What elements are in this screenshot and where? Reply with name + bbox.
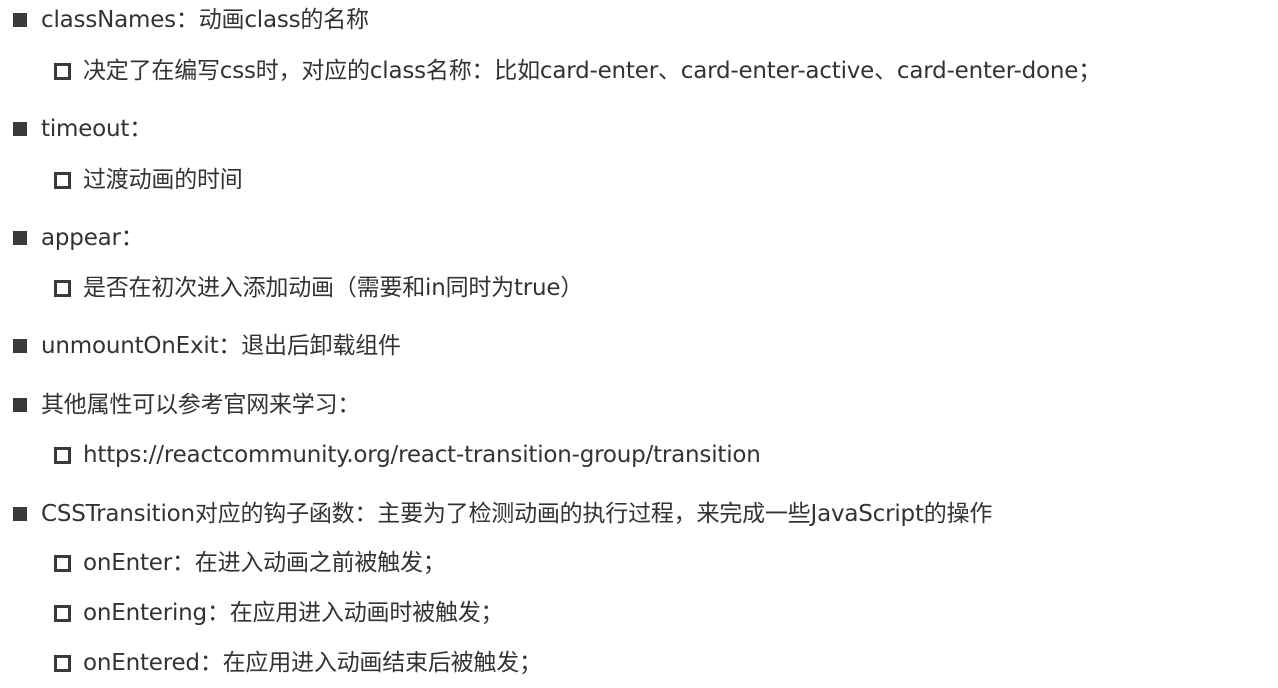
solid-square-bullet-icon (13, 339, 27, 353)
sub-bullet-item: onEnter：在进入动画之前被触发； (54, 545, 446, 581)
bullet-text: CSSTransition对应的钩子函数：主要为了检测动画的执行过程，来完成一些… (41, 501, 993, 527)
hollow-square-bullet-icon (54, 279, 71, 297)
bullet-item: timeout： (13, 111, 152, 147)
sub-bullet-item: 过渡动画的时间 (54, 162, 243, 198)
sub-bullet-item: 决定了在编写css时，对应的class名称：比如card-enter、card-… (54, 53, 1101, 89)
hollow-square-bullet-icon (54, 604, 71, 622)
bullet-item: 其他属性可以参考官网来学习： (13, 387, 360, 423)
hollow-square-bullet-icon (54, 62, 71, 80)
sub-bullet-text: 过渡动画的时间 (83, 167, 243, 193)
bullet-text: unmountOnExit：退出后卸载组件 (41, 333, 401, 359)
solid-square-bullet-icon (13, 398, 27, 412)
bullet-item: CSSTransition对应的钩子函数：主要为了检测动画的执行过程，来完成一些… (13, 496, 992, 532)
bullet-item: appear： (13, 220, 144, 256)
bullet-text: appear： (41, 225, 144, 251)
sub-bullet-item: https://reactcommunity.org/react-transit… (54, 437, 761, 473)
url-text: https://reactcommunity.org/react-transit… (83, 442, 761, 468)
sub-bullet-text: 是否在初次进入添加动画（需要和in同时为true） (83, 275, 584, 301)
sub-bullet-text: 决定了在编写css时，对应的class名称：比如card-enter、card-… (83, 58, 1101, 84)
slide-content: classNames：动画class的名称 决定了在编写css时，对应的clas… (0, 0, 1278, 688)
sub-bullet-item: 是否在初次进入添加动画（需要和in同时为true） (54, 270, 583, 306)
sub-bullet-item: onEntering：在应用进入动画时被触发； (54, 595, 504, 631)
sub-bullet-text: onEnter：在进入动画之前被触发； (83, 550, 446, 576)
hollow-square-bullet-icon (54, 446, 71, 464)
bullet-text: 其他属性可以参考官网来学习： (41, 392, 361, 418)
hollow-square-bullet-icon (54, 171, 71, 189)
hollow-square-bullet-icon (54, 654, 71, 672)
bullet-text: timeout： (41, 116, 153, 142)
solid-square-bullet-icon (13, 507, 27, 521)
sub-bullet-text: onEntering：在应用进入动画时被触发； (83, 600, 504, 626)
bullet-item: classNames：动画class的名称 (13, 2, 369, 38)
solid-square-bullet-icon (13, 13, 27, 27)
sub-bullet-item: onEntered：在应用进入动画结束后被触发； (54, 645, 542, 681)
bullet-text: classNames：动画class的名称 (41, 7, 369, 33)
solid-square-bullet-icon (13, 231, 27, 245)
hollow-square-bullet-icon (54, 554, 71, 572)
bullet-item: unmountOnExit：退出后卸载组件 (13, 328, 401, 364)
solid-square-bullet-icon (13, 122, 27, 136)
sub-bullet-text: onEntered：在应用进入动画结束后被触发； (83, 650, 542, 676)
